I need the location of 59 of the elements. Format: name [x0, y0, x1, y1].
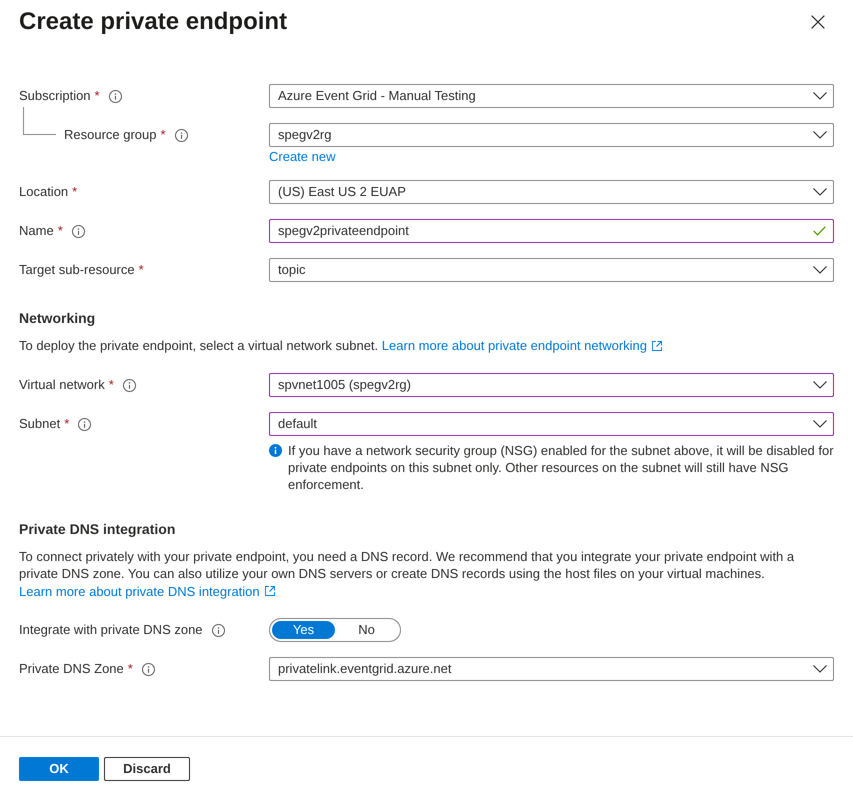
- chevron-down-icon: [813, 131, 827, 139]
- chevron-down-icon: [813, 92, 827, 100]
- info-note: If you have a network security group (NSG) enabled for the subnet above, it will be disabled for private endpoints on this subnet only. Other resources on the subnet will still have NSG enforcement.: [288, 442, 834, 492]
- ok-button[interactable]: OK: [19, 757, 99, 781]
- external-link-icon: [264, 586, 275, 596]
- field-label: Target sub-resource: [19, 261, 135, 279]
- field-label: Subnet: [19, 414, 60, 432]
- close-button[interactable]: [811, 15, 825, 29]
- learn-more-link[interactable]: Learn more about private endpoint networking: [382, 337, 662, 354]
- info-icon[interactable]: [142, 663, 155, 676]
- dropdown[interactable]: privatelink.eventgrid.azure.net: [269, 657, 834, 681]
- required-asterisk: *: [94, 87, 100, 105]
- field-label: Location: [19, 183, 68, 201]
- toggle-option[interactable]: No: [335, 621, 398, 639]
- field-label: Integrate with private DNS zone: [19, 621, 203, 639]
- toggle-switch[interactable]: Yes No: [269, 618, 401, 642]
- field-label: Private DNS Zone: [19, 660, 124, 678]
- field-label: Resource group: [64, 126, 156, 144]
- required-asterisk: *: [64, 414, 70, 432]
- toggle-option[interactable]: Yes: [272, 621, 335, 639]
- section-description: To connect privately with your private endpoint, you need a DNS record. We recommend that you integrate your private endpoint with a private DNS zone. You can also utilize your own DNS servers or create DNS records using the host files on your virtual machines.: [19, 548, 794, 581]
- learn-more-link[interactable]: Learn more about private DNS integration: [19, 582, 275, 600]
- required-asterisk: *: [160, 126, 166, 144]
- tree-connector-line: [23, 107, 56, 135]
- discard-button[interactable]: Discard: [104, 757, 190, 781]
- field-label: Name: [19, 222, 54, 240]
- external-link-icon: [652, 340, 662, 351]
- dropdown[interactable]: Azure Event Grid - Manual Testing: [269, 84, 834, 108]
- chevron-down-icon: [813, 266, 827, 274]
- field-label: Subscription: [19, 87, 91, 105]
- create-new-link[interactable]: Create new: [269, 149, 336, 165]
- info-icon[interactable]: [78, 418, 92, 430]
- required-asterisk: *: [128, 660, 133, 678]
- section-description: To deploy the private endpoint, select a virtual network subnet.: [19, 338, 378, 353]
- info-icon[interactable]: [122, 378, 136, 392]
- dropdown[interactable]: spegv2rg: [269, 123, 834, 147]
- dropdown[interactable]: topic: [269, 258, 834, 282]
- chevron-down-icon: [813, 188, 827, 196]
- required-asterisk: *: [72, 183, 78, 201]
- field-label: Virtual network: [19, 376, 105, 394]
- section-heading: Private DNS integration: [19, 520, 176, 538]
- info-icon[interactable]: [174, 129, 188, 142]
- dialog-title: Create private endpoint: [19, 7, 288, 37]
- dropdown[interactable]: default: [269, 412, 834, 436]
- text-input[interactable]: spegv2privateendpoint: [269, 219, 834, 243]
- required-asterisk: *: [58, 222, 63, 240]
- section-heading: Networking: [19, 309, 96, 328]
- dropdown[interactable]: spvnet1005 (spegv2rg): [269, 372, 834, 396]
- chevron-down-icon: [813, 420, 827, 428]
- info-icon: [269, 444, 282, 456]
- required-asterisk: *: [138, 261, 144, 279]
- info-icon[interactable]: [212, 624, 225, 637]
- info-icon[interactable]: [72, 225, 85, 238]
- close-icon: [811, 15, 825, 29]
- required-asterisk: *: [108, 376, 114, 394]
- chevron-down-icon: [813, 380, 827, 388]
- dropdown[interactable]: (US) East US 2 EUAP: [269, 180, 834, 204]
- info-icon[interactable]: [108, 90, 122, 103]
- chevron-down-icon: [813, 665, 827, 673]
